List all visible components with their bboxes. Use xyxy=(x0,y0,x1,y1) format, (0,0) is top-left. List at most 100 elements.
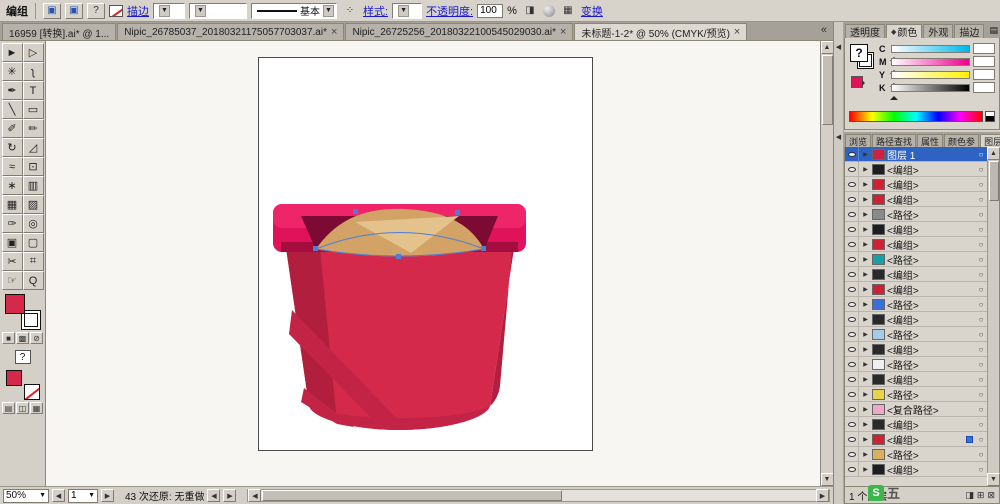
expand-arrow-icon[interactable]: ▶ xyxy=(861,451,870,458)
expand-arrow-icon[interactable]: ▶ xyxy=(861,421,870,428)
artboard-number-input[interactable] xyxy=(71,490,85,501)
layer-row[interactable]: ▶ <路径> ○ xyxy=(845,446,987,462)
target-circle-icon[interactable]: ○ xyxy=(975,240,987,249)
expand-arrow-icon[interactable]: ▶ xyxy=(861,391,870,398)
expand-arrow-icon[interactable]: ▶ xyxy=(861,376,870,383)
target-circle-icon[interactable]: ○ xyxy=(975,330,987,339)
chevron-down-icon[interactable]: ▼ xyxy=(323,4,334,17)
expand-arrow-icon[interactable]: ▶ xyxy=(861,271,870,278)
expand-arrow-icon[interactable]: ▶ xyxy=(861,436,870,443)
scroll-up-icon[interactable]: ▲ xyxy=(820,41,834,54)
visibility-cell[interactable] xyxy=(845,161,859,177)
expand-arrow-icon[interactable]: ▶ xyxy=(861,196,870,203)
prev-artboard-icon[interactable]: ◀ xyxy=(52,489,65,502)
sphere-icon[interactable] xyxy=(542,4,555,17)
delete-layer-icon[interactable]: ⊠ xyxy=(987,490,995,501)
pen-tool[interactable]: ✒ xyxy=(1,81,23,100)
layer-row[interactable]: ▶ <编组> ○ xyxy=(845,266,987,282)
visibility-cell[interactable] xyxy=(845,446,859,462)
opacity-label[interactable]: 不透明度: xyxy=(426,3,473,19)
layer-row[interactable]: ▶ 图层 1 ○ xyxy=(845,147,987,162)
panel-tab-颜色[interactable]: ◆ 颜色 xyxy=(886,24,923,39)
visibility-cell[interactable] xyxy=(845,431,859,447)
visibility-cell[interactable] xyxy=(845,206,859,222)
layer-row[interactable]: ▶ <编组> ○ xyxy=(845,191,987,207)
transform-link[interactable]: 变换 xyxy=(581,3,603,19)
visibility-cell[interactable] xyxy=(845,281,859,297)
layer-row[interactable]: ▶ <编组> ○ xyxy=(845,161,987,177)
target-circle-icon[interactable]: ○ xyxy=(975,225,987,234)
scale-tool[interactable]: ◿ xyxy=(22,138,44,157)
target-circle-icon[interactable]: ○ xyxy=(975,360,987,369)
fill-stroke-indicator[interactable] xyxy=(3,294,43,330)
target-circle-icon[interactable]: ○ xyxy=(975,405,987,414)
target-circle-icon[interactable]: ○ xyxy=(975,300,987,309)
visibility-cell[interactable] xyxy=(845,401,859,417)
tab-close-icon[interactable]: × xyxy=(331,26,337,38)
magic-wand-tool[interactable]: ✳ xyxy=(1,62,23,81)
layer-row[interactable]: ▶ <编组> ○ xyxy=(845,176,987,192)
paintbrush-tool[interactable]: ✐ xyxy=(1,119,23,138)
layer-row[interactable]: ▶ <编组> ○ xyxy=(845,461,987,477)
chevron-down-icon[interactable]: ▼ xyxy=(398,4,410,17)
panel-tab-路径查找[interactable]: 路径查找 xyxy=(872,134,917,147)
zoom-dropdown[interactable]: 50% ▼ xyxy=(3,488,49,503)
target-circle-icon[interactable]: ○ xyxy=(975,390,987,399)
target-circle-icon[interactable]: ○ xyxy=(975,345,987,354)
expand-arrow-icon[interactable]: ▶ xyxy=(861,406,870,413)
channel-slider-Y[interactable] xyxy=(890,70,970,87)
target-circle-icon[interactable]: ○ xyxy=(975,165,987,174)
lasso-tool[interactable]: ʅ xyxy=(22,62,44,81)
document-tab[interactable]: 未标题-1-2* @ 50% (CMYK/预览) × xyxy=(574,23,748,40)
dock-chevron-icon[interactable]: « xyxy=(817,24,831,36)
type-tool[interactable]: T xyxy=(22,81,44,100)
tab-close-icon[interactable]: × xyxy=(560,26,566,38)
help-icon[interactable]: ? xyxy=(87,2,105,19)
visibility-cell[interactable] xyxy=(845,266,859,282)
scissors-tool[interactable]: ✂ xyxy=(1,252,23,271)
target-circle-icon[interactable]: ○ xyxy=(975,270,987,279)
expand-arrow-icon[interactable]: ▶ xyxy=(861,166,870,173)
scroll-down-icon[interactable]: ▼ xyxy=(820,473,834,486)
stroke-color-dropdown[interactable]: ▼ xyxy=(153,2,185,19)
layer-row[interactable]: ▶ <编组> ○ xyxy=(845,281,987,297)
layer-row[interactable]: ▶ <编组> ○ xyxy=(845,311,987,327)
fill-proxy-swatch[interactable]: ? xyxy=(850,44,868,62)
target-circle-icon[interactable]: ○ xyxy=(975,315,987,324)
help-box[interactable]: ? xyxy=(14,350,31,364)
document-tab[interactable]: Nipic_26725256_20180322100545029030.ai* × xyxy=(345,23,574,40)
expand-arrow-icon[interactable]: ▶ xyxy=(861,211,870,218)
layer-row[interactable]: ▶ <编组> ○ xyxy=(845,431,987,447)
layer-row[interactable]: ▶ <编组> ○ xyxy=(845,371,987,387)
stroke-link[interactable]: 描边 xyxy=(127,3,149,19)
canvas-horizontal-scrollbar[interactable]: ◀ ▶ xyxy=(247,489,830,502)
panel-tab-属性[interactable]: 属性 xyxy=(917,134,944,147)
visibility-cell[interactable] xyxy=(845,416,859,432)
style-label[interactable]: 样式: xyxy=(363,3,388,19)
visibility-cell[interactable] xyxy=(845,251,859,267)
channel-slider-K[interactable] xyxy=(890,83,970,100)
expand-arrow-icon[interactable]: ▶ xyxy=(861,181,870,188)
expand-arrow-icon[interactable]: ▶ xyxy=(861,346,870,353)
make-clipping-mask-icon[interactable]: ◨ xyxy=(965,490,974,501)
expand-arrow-icon[interactable]: ▶ xyxy=(861,256,870,263)
screen-mode-normal-button[interactable]: ▤ xyxy=(2,402,15,414)
visibility-cell[interactable] xyxy=(845,311,859,327)
document-tab[interactable]: 16959 [转换].ai* @ 1... xyxy=(2,23,117,40)
layer-row[interactable]: ▶ <编组> ○ xyxy=(845,341,987,357)
layer-row[interactable]: ▶ <路径> ○ xyxy=(845,251,987,267)
target-circle-icon[interactable]: ○ xyxy=(975,435,987,444)
visibility-cell[interactable] xyxy=(845,191,859,207)
canvas[interactable] xyxy=(46,41,820,486)
graph-tool[interactable]: ▥ xyxy=(22,176,44,195)
color-fill-stroke-indicator[interactable]: ? xyxy=(849,42,879,98)
visibility-cell[interactable] xyxy=(845,147,859,162)
opacity-mask-icon[interactable]: ◨ xyxy=(520,2,539,19)
channel-slider-C[interactable] xyxy=(890,44,970,61)
panel-tab-图层[interactable]: 图层 xyxy=(980,134,1000,147)
chevron-down-icon[interactable]: ▼ xyxy=(39,492,46,499)
fill-swatch[interactable] xyxy=(4,294,25,314)
expand-arrow-icon[interactable]: ▶ xyxy=(861,301,870,308)
expand-arrow-icon[interactable]: ▶ xyxy=(861,361,870,368)
layer-row[interactable]: ▶ <编组> ○ xyxy=(845,416,987,432)
